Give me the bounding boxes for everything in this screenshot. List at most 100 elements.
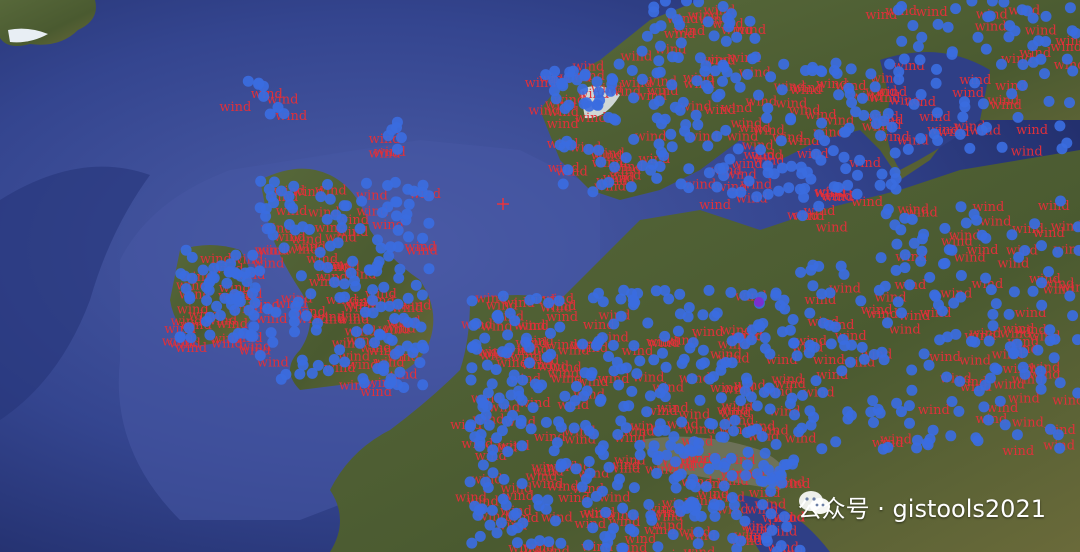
wind-point[interactable]: [416, 289, 428, 301]
wind-point[interactable]: [733, 332, 745, 344]
wind-point[interactable]: [625, 181, 637, 193]
wind-point[interactable]: [618, 400, 630, 412]
wind-point[interactable]: [694, 52, 706, 64]
wind-point[interactable]: [590, 490, 602, 502]
wind-point[interactable]: [757, 499, 768, 511]
wind-point[interactable]: [908, 98, 920, 110]
wind-point[interactable]: [751, 400, 763, 412]
wind-point[interactable]: [693, 437, 705, 449]
wind-point[interactable]: [702, 140, 714, 152]
wind-point[interactable]: [672, 52, 684, 63]
wind-point[interactable]: [718, 162, 730, 174]
wind-point[interactable]: [739, 515, 751, 527]
wind-point[interactable]: [382, 332, 394, 344]
wind-point[interactable]: [916, 31, 928, 43]
wind-point[interactable]: [305, 288, 317, 300]
wind-point[interactable]: [882, 441, 894, 453]
wind-point[interactable]: [322, 365, 334, 377]
wind-point[interactable]: [470, 339, 482, 351]
wind-point[interactable]: [597, 440, 609, 452]
wind-point[interactable]: [351, 326, 362, 338]
wind-point[interactable]: [206, 271, 218, 283]
wind-point[interactable]: [631, 368, 643, 380]
wind-point[interactable]: [660, 361, 672, 373]
wind-point[interactable]: [211, 300, 223, 312]
wind-point[interactable]: [300, 310, 312, 322]
wind-point[interactable]: [817, 387, 829, 398]
wind-point[interactable]: [651, 172, 663, 184]
wind-point[interactable]: [495, 517, 507, 529]
wind-point[interactable]: [994, 395, 1006, 407]
wind-point[interactable]: [415, 321, 427, 333]
wind-point[interactable]: [564, 401, 576, 413]
wind-point[interactable]: [932, 18, 944, 30]
wind-point[interactable]: [1044, 324, 1056, 336]
wind-point[interactable]: [672, 325, 684, 337]
wind-point[interactable]: [980, 43, 992, 55]
wind-point[interactable]: [1055, 195, 1066, 207]
wind-point[interactable]: [375, 242, 387, 254]
wind-point[interactable]: [825, 338, 837, 350]
wind-point[interactable]: [727, 532, 739, 544]
wind-point[interactable]: [247, 249, 259, 261]
wind-point[interactable]: [253, 77, 265, 89]
wind-point[interactable]: [486, 504, 498, 516]
wind-point[interactable]: [796, 422, 808, 434]
wind-point[interactable]: [636, 73, 648, 85]
wind-point[interactable]: [272, 101, 284, 113]
wind-point[interactable]: [376, 207, 388, 218]
wind-point[interactable]: [666, 141, 678, 153]
wind-point[interactable]: [464, 421, 476, 433]
wind-point[interactable]: [699, 65, 711, 77]
wind-point[interactable]: [749, 32, 761, 44]
wind-point[interactable]: [362, 323, 374, 335]
wind-point[interactable]: [819, 135, 831, 147]
wind-point[interactable]: [725, 287, 737, 298]
wind-point[interactable]: [895, 224, 907, 236]
wind-point[interactable]: [708, 30, 720, 42]
wind-point[interactable]: [647, 158, 659, 170]
wind-point[interactable]: [659, 330, 671, 342]
wind-point[interactable]: [582, 539, 594, 551]
wind-point[interactable]: [899, 249, 911, 261]
wind-point[interactable]: [659, 285, 671, 296]
wind-point[interactable]: [339, 278, 350, 290]
wind-point[interactable]: [758, 475, 770, 487]
wind-point[interactable]: [288, 308, 300, 320]
wind-point[interactable]: [770, 438, 782, 450]
wind-point[interactable]: [615, 293, 627, 305]
wind-point[interactable]: [477, 459, 489, 471]
wind-point[interactable]: [416, 186, 428, 198]
wind-point[interactable]: [275, 185, 287, 197]
wind-point[interactable]: [852, 169, 863, 181]
wind-point[interactable]: [896, 35, 908, 47]
wind-point[interactable]: [762, 188, 774, 200]
wind-point[interactable]: [983, 335, 995, 347]
wind-point[interactable]: [785, 112, 797, 124]
wind-point[interactable]: [764, 403, 776, 415]
wind-point[interactable]: [893, 66, 905, 78]
wind-point[interactable]: [501, 415, 513, 427]
wind-point[interactable]: [761, 535, 773, 547]
wind-point[interactable]: [596, 179, 608, 191]
wind-point[interactable]: [702, 16, 714, 28]
wind-point[interactable]: [1043, 95, 1055, 107]
wind-point[interactable]: [653, 95, 665, 107]
wind-point[interactable]: [562, 164, 574, 176]
wind-point[interactable]: [946, 48, 958, 60]
wind-point[interactable]: [667, 529, 679, 540]
wind-point[interactable]: [245, 266, 257, 278]
wind-point[interactable]: [532, 494, 544, 505]
wind-point[interactable]: [816, 117, 828, 129]
wind-point[interactable]: [398, 382, 410, 393]
wind-point[interactable]: [758, 386, 770, 398]
wind-point[interactable]: [856, 341, 868, 353]
wind-point[interactable]: [200, 281, 212, 293]
wind-point[interactable]: [670, 456, 681, 468]
wind-point[interactable]: [1036, 299, 1048, 311]
wind-point[interactable]: [960, 217, 972, 229]
wind-point[interactable]: [183, 322, 195, 334]
wind-point[interactable]: [683, 302, 695, 313]
wind-point[interactable]: [709, 65, 721, 77]
wind-point[interactable]: [891, 238, 903, 250]
